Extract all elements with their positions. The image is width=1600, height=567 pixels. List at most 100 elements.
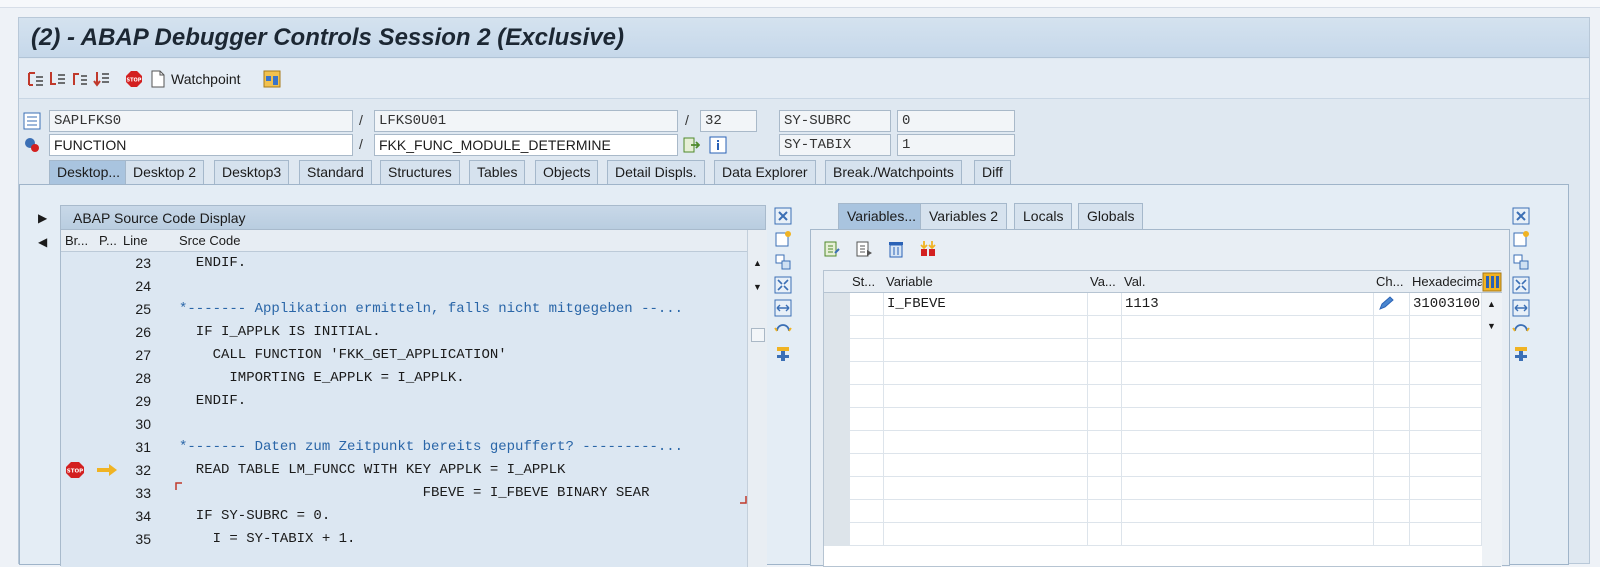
col-status[interactable]: St... xyxy=(852,274,875,289)
code-line[interactable]: 26 IF I_APPLK IS INITIAL. xyxy=(61,321,747,344)
variable-row[interactable] xyxy=(824,339,1482,362)
col-source-code[interactable]: Srce Code xyxy=(179,233,240,248)
swap-tools-icon[interactable] xyxy=(1510,320,1532,342)
code-line[interactable]: 24 xyxy=(61,275,747,298)
code-line[interactable]: 30 xyxy=(61,413,747,436)
sort-icon[interactable] xyxy=(919,240,937,258)
col-va[interactable]: Va... xyxy=(1090,274,1118,289)
variable-row[interactable] xyxy=(824,431,1482,454)
source-code-area[interactable]: 23 ENDIF. 24 25 *------- Applikation erm… xyxy=(61,252,747,567)
column-settings-icon[interactable] xyxy=(1482,272,1502,295)
step-over-icon[interactable] xyxy=(49,70,67,88)
code-line[interactable]: 35 I = SY-TABIX + 1. xyxy=(61,528,747,551)
tab-desktop-1[interactable]: Desktop... xyxy=(49,160,129,184)
continue-icon[interactable] xyxy=(93,70,111,88)
variables-scrollbar[interactable]: ▲ ▼ xyxy=(1482,293,1502,566)
col-variable[interactable]: Variable xyxy=(886,274,1086,289)
tab-break-watchpoints[interactable]: Break./Watchpoints xyxy=(825,160,962,184)
row-selector[interactable] xyxy=(824,408,850,431)
variable-name-cell[interactable] xyxy=(884,385,1088,408)
new-tool-icon[interactable] xyxy=(772,228,794,250)
row-selector[interactable] xyxy=(824,523,850,546)
row-selector[interactable] xyxy=(824,454,850,477)
replace-tool-icon[interactable] xyxy=(1510,251,1532,273)
step-into-icon[interactable] xyxy=(27,70,45,88)
swap-tools-icon[interactable] xyxy=(772,320,794,342)
display-value-icon[interactable] xyxy=(855,240,873,258)
variable-name-cell[interactable] xyxy=(884,408,1088,431)
tab-tables[interactable]: Tables xyxy=(469,160,526,184)
variable-name-cell[interactable] xyxy=(884,454,1088,477)
expand-right-icon[interactable]: ▶ xyxy=(38,211,47,225)
expand-left-icon[interactable]: ◀ xyxy=(38,235,47,249)
breakpoint-stop-icon[interactable]: STOP xyxy=(65,461,85,482)
variable-row[interactable] xyxy=(824,362,1482,385)
code-line[interactable]: 27 CALL FUNCTION 'FKK_GET_APPLICATION' xyxy=(61,344,747,367)
variable-name-cell[interactable] xyxy=(884,339,1088,362)
variable-name-cell[interactable] xyxy=(884,500,1088,523)
tab-detail-displs[interactable]: Detail Displs. xyxy=(607,160,705,184)
return-icon[interactable] xyxy=(71,70,89,88)
tab-desktop-3[interactable]: Desktop3 xyxy=(214,160,290,184)
row-selector[interactable] xyxy=(824,385,850,408)
variable-row[interactable] xyxy=(824,523,1482,546)
new-tool-icon[interactable] xyxy=(1510,228,1532,250)
scroll-up-icon[interactable]: ▲ xyxy=(753,258,762,268)
services-icon[interactable] xyxy=(772,343,794,365)
include-field[interactable]: LFKS0U01 xyxy=(374,110,678,132)
close-panel-icon[interactable] xyxy=(772,205,794,227)
change-cell[interactable] xyxy=(1374,293,1410,316)
code-line[interactable]: 31 *------- Daten zum Zeitpunkt bereits … xyxy=(61,436,747,459)
code-line[interactable]: 25 *------- Applikation ermitteln, falls… xyxy=(61,298,747,321)
tab-objects[interactable]: Objects xyxy=(535,160,599,184)
navigate-icon[interactable] xyxy=(682,136,700,154)
stop-icon[interactable]: STOP xyxy=(125,70,143,88)
layout-icon[interactable] xyxy=(263,70,281,88)
variable-row[interactable] xyxy=(824,385,1482,408)
change-value-icon[interactable] xyxy=(823,240,841,258)
row-selector[interactable] xyxy=(824,500,850,523)
variable-row[interactable]: I_FBEVE 1113 31003100 xyxy=(824,293,1482,316)
row-selector[interactable] xyxy=(824,316,850,339)
variable-row[interactable] xyxy=(824,316,1482,339)
variable-name-cell[interactable] xyxy=(884,316,1088,339)
tab-globals[interactable]: Globals xyxy=(1078,203,1144,229)
maximize-icon[interactable] xyxy=(772,274,794,296)
info-icon[interactable] xyxy=(709,136,727,154)
variable-row[interactable] xyxy=(824,408,1482,431)
row-selector[interactable] xyxy=(824,477,850,500)
tab-data-explorer[interactable]: Data Explorer xyxy=(714,160,816,184)
event-type-field[interactable]: FUNCTION xyxy=(49,134,353,156)
variable-row[interactable] xyxy=(824,477,1482,500)
close-panel-icon[interactable] xyxy=(1510,205,1532,227)
col-hexadecimal[interactable]: Hexadecimal xyxy=(1412,274,1482,289)
code-line[interactable]: 34 IF SY-SUBRC = 0. xyxy=(61,505,747,528)
pencil-icon[interactable] xyxy=(1377,296,1395,312)
variable-row[interactable] xyxy=(824,454,1482,477)
row-selector[interactable] xyxy=(824,339,850,362)
swap-width-icon[interactable] xyxy=(1510,297,1532,319)
source-scrollbar[interactable]: ▲ ▼ xyxy=(747,230,767,567)
program-field[interactable]: SAPLFKS0 xyxy=(49,110,353,132)
row-selector[interactable] xyxy=(824,293,850,316)
event-name-field[interactable]: FKK_FUNC_MODULE_DETERMINE xyxy=(374,134,678,156)
services-icon[interactable] xyxy=(1510,343,1532,365)
col-value[interactable]: Val. xyxy=(1124,274,1364,289)
variable-name-cell[interactable] xyxy=(884,362,1088,385)
col-line[interactable]: Line xyxy=(123,233,148,248)
scroll-down-icon[interactable]: ▼ xyxy=(753,282,762,292)
maximize-icon[interactable] xyxy=(1510,274,1532,296)
col-position[interactable]: P... xyxy=(99,233,117,248)
code-line-current[interactable]: STOP 32 READ TABLE LM_FUNCC WITH KEY APP… xyxy=(61,459,747,482)
code-line[interactable]: 28 IMPORTING E_APPLK = I_APPLK. xyxy=(61,367,747,390)
swap-width-icon[interactable] xyxy=(772,297,794,319)
scroll-down-icon[interactable]: ▼ xyxy=(1487,321,1496,331)
tab-standard[interactable]: Standard xyxy=(299,160,372,184)
variable-name-cell[interactable]: I_FBEVE xyxy=(884,293,1088,316)
variable-name-cell[interactable] xyxy=(884,523,1088,546)
tab-locals[interactable]: Locals xyxy=(1014,203,1073,229)
scroll-up-icon[interactable]: ▲ xyxy=(1487,299,1496,309)
variable-name-cell[interactable] xyxy=(884,431,1088,454)
tab-desktop-2[interactable]: Desktop 2 xyxy=(125,160,205,184)
variable-name-cell[interactable] xyxy=(884,477,1088,500)
